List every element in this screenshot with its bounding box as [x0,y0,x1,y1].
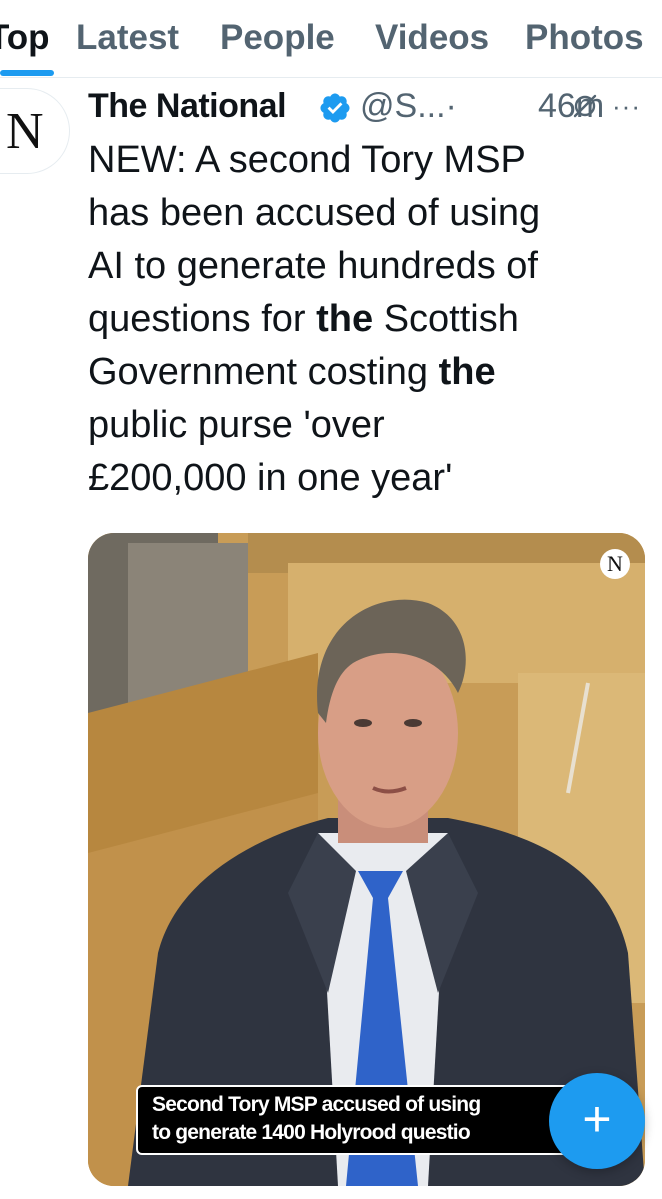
verified-badge-icon [320,93,350,123]
avatar-letter: N [6,103,44,160]
tab-people[interactable]: People [220,18,335,58]
compose-icon: + [582,1091,612,1147]
avatar[interactable]: N [0,88,70,174]
tweet-line: NEW: A second Tory MSP [88,139,526,181]
highlighted-term: the [316,298,374,340]
caption-line: to generate 1400 Holyrood questio [152,1121,471,1144]
tweet-text: NEW: A second Tory MSP has been accused … [88,134,648,505]
search-tabs: Top Latest People Videos Photos [0,0,662,78]
tab-videos[interactable]: Videos [375,18,489,58]
tweet-line: Government costing the [88,351,496,393]
media-caption: Second Tory MSP accused of using to gene… [136,1085,596,1155]
tab-latest[interactable]: Latest [76,18,179,58]
tweet-line: £200,000 in one year' [88,457,453,499]
more-icon[interactable]: ··· [612,93,641,119]
highlighted-term: the [438,351,496,393]
tweet-line: has been accused of using [88,192,541,234]
caption-line: Second Tory MSP accused of using [152,1093,481,1116]
active-tab-indicator [0,70,54,76]
handle[interactable]: @S...· [360,86,457,126]
compose-button[interactable]: + [549,1073,645,1169]
tweet-line: public purse 'over [88,404,385,446]
grok-icon[interactable] [570,91,600,121]
display-name[interactable]: The National [88,86,287,126]
tweet-line: AI to generate hundreds of [88,245,538,287]
tweet-line: questions for the Scottish [88,298,519,340]
tab-photos[interactable]: Photos [525,18,644,58]
tab-top[interactable]: Top [0,18,50,58]
publisher-badge: N [600,549,630,579]
